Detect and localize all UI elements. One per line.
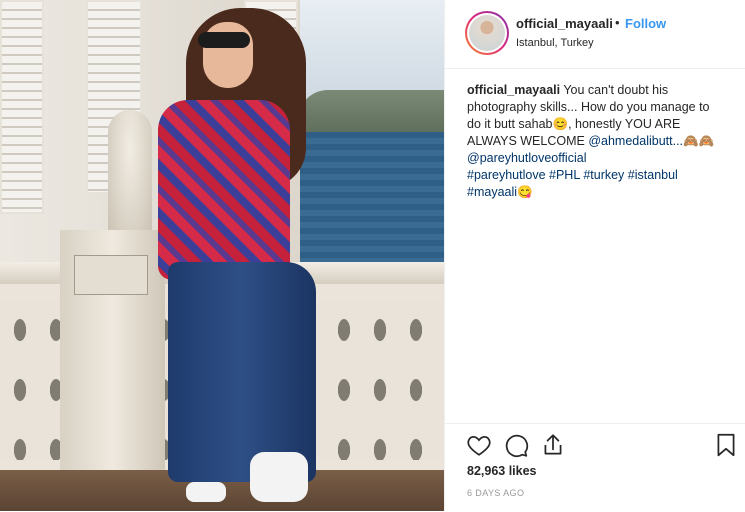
comment-icon [505,434,529,458]
avatar[interactable] [465,11,509,55]
hashtag-link[interactable]: #pareyhutlove [467,168,546,182]
hashtag-link[interactable]: #turkey [583,168,624,182]
photo-person-sunglasses [198,32,250,48]
photo-person-jeans [168,262,316,482]
caption-username[interactable]: official_mayaali [467,83,560,97]
hashtag-link[interactable]: #PHL [549,168,580,182]
avatar-image [469,15,505,51]
post-actions: 82,963 likes 6 DAYS AGO [445,423,745,512]
hashtag-link[interactable]: #mayaali [467,185,517,199]
like-button[interactable] [466,432,492,458]
share-icon [544,434,562,455]
share-button[interactable] [540,432,566,458]
photo-person-shoe [186,482,226,502]
separator-dot: • [615,15,620,30]
mention-link[interactable]: @pareyhutloveofficial [467,151,586,165]
username-link[interactable]: official_mayaali [516,16,613,31]
likes-count[interactable]: 82,963 likes [467,464,537,478]
heart-icon [467,436,491,456]
photo-finial [108,110,152,240]
post-photo[interactable] [0,0,444,511]
emoji-smile: 😊 [552,117,569,131]
location-link[interactable]: Istanbul, Turkey [516,37,594,49]
comment-button[interactable] [503,432,529,458]
avatar-frame [467,13,507,53]
hashtag-link[interactable]: #istanbul [628,168,678,182]
photo-shutter [0,0,44,214]
emoji-monkeys: 🙈🙈 [683,134,715,148]
post-timestamp[interactable]: 6 DAYS AGO [467,488,524,498]
post-header: official_mayaali • Follow Istanbul, Turk… [445,0,745,69]
bookmark-icon [717,433,735,457]
post-caption: official_mayaali You can't doubt his pho… [467,82,717,201]
photo-hills [298,90,444,136]
photo-plaque [74,255,148,295]
save-button[interactable] [713,432,739,458]
photo-person-shoe [250,452,308,502]
photo-person-sweater [158,100,290,280]
follow-button[interactable]: Follow [625,16,666,31]
emoji-yum: 😋 [517,185,533,199]
mention-link[interactable]: @ahmedalibutt... [588,134,683,148]
